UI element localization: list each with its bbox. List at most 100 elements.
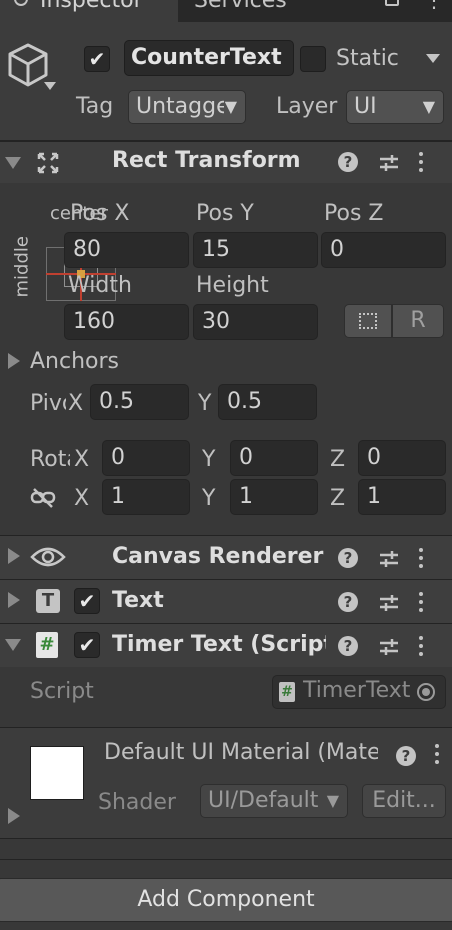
add-component-button[interactable]: Add Component [0,878,452,922]
preset-sliders-icon[interactable] [378,152,400,174]
material-foldout-icon[interactable] [8,808,20,824]
help-icon[interactable]: ? [338,152,358,172]
material-help-icon[interactable]: ? [396,746,416,766]
tab-bar: Inspector Services ⋮ [0,0,452,22]
lock-icon[interactable] [385,0,399,6]
object-picker-icon[interactable] [417,683,435,701]
object-name: CounterText [131,45,282,70]
help-icon[interactable]: ? [338,548,358,568]
preset-sliders-icon[interactable] [378,548,400,570]
shader-edit-label: Edit... [372,788,436,813]
rect-transform-icon [37,152,59,174]
timer-text-header[interactable]: # ✔ Timer Text (Script) ? [0,623,452,667]
preset-sliders-icon[interactable] [378,592,400,614]
anchors-foldout-icon[interactable] [8,353,20,369]
rotation-y-field[interactable]: 0 [230,440,318,476]
layer-label: Layer [276,94,338,119]
layer-chevron-down-icon: ▼ [422,97,435,116]
pos-z-label: Pos Z [324,201,384,226]
anchor-vertical-label: middle [11,236,33,298]
object-picker-dot [422,688,430,696]
component-menu-icon[interactable] [416,148,426,178]
tab-inspector[interactable]: Inspector [0,0,178,22]
rect-transform-title: Rect Transform [112,148,301,173]
tag-dropdown[interactable]: Untagged ▼ [128,90,246,124]
timer-text-enabled-checkbox[interactable]: ✔ [74,632,100,658]
canvas-renderer-header-icons: ? [332,536,452,578]
material-title: Default UI Material (Material) [104,740,378,765]
shader-edit-button[interactable]: Edit... [362,784,446,818]
height-label: Height [196,273,269,298]
timer-text-foldout-icon[interactable] [5,639,21,651]
preset-sliders-icon[interactable] [378,636,400,658]
anchors-label[interactable]: Anchors [30,349,119,374]
scale-z-field[interactable]: 1 [358,479,446,515]
static-dropdown-arrow-icon[interactable] [426,54,440,63]
text-component-header[interactable]: T ✔ Text ? [0,579,452,623]
canvas-renderer-title: Canvas Renderer [112,544,324,569]
script-object-field[interactable]: # TimerText [272,675,446,709]
pos-y-field[interactable]: 15 [193,232,318,268]
rotation-z-label: Z [330,447,346,472]
component-menu-icon[interactable] [416,588,426,618]
width-label: Width [68,273,132,298]
pivot-label: Pivot [30,391,66,416]
material-section: Default UI Material (Material) ? Shader … [0,728,452,839]
shader-chevron-down-icon: ▼ [326,791,339,810]
component-menu-icon[interactable] [416,544,426,574]
scale-z-label: Z [330,486,346,511]
tab-services-label: Services [194,0,287,13]
text-header-icons: ? [332,580,452,622]
help-icon[interactable]: ? [338,592,358,612]
static-checkbox[interactable] [300,46,326,72]
layer-dropdown[interactable]: UI ▼ [346,90,444,124]
raw-edit-button[interactable]: R [392,304,444,338]
scale-x-field[interactable]: 1 [102,479,190,515]
rect-transform-foldout-icon[interactable] [5,157,21,169]
text-component-icon: T [36,589,60,613]
component-list-spacer [0,839,452,860]
help-icon[interactable]: ? [338,636,358,656]
pivot-x-field[interactable]: 0.5 [90,384,189,420]
pos-x-field[interactable]: 80 [64,232,189,268]
blueprint-mode-button[interactable] [344,304,392,338]
rect-transform-body: center middle Pos X Pos Y Pos Z 80 15 0 … [0,183,452,535]
component-menu-icon[interactable] [416,632,426,662]
tag-value: Untagged [136,94,224,119]
more-menu-icon[interactable]: ⋮ [424,0,444,12]
shader-dropdown[interactable]: UI/Default ▼ [200,784,348,818]
canvas-renderer-header[interactable]: Canvas Renderer ? [0,535,452,579]
pivot-x-label: X [68,391,84,416]
object-name-field[interactable]: CounterText [124,40,294,76]
shader-label: Shader [98,790,176,815]
script-value: TimerText [303,678,411,703]
canvas-renderer-foldout-icon[interactable] [8,548,20,564]
shader-value: UI/Default [208,788,319,813]
scale-y-field[interactable]: 1 [230,479,318,515]
pos-y-label: Pos Y [196,201,254,226]
text-enabled-checkbox[interactable]: ✔ [74,588,100,614]
pivot-y-field[interactable]: 0.5 [218,384,317,420]
material-preview-thumbnail [30,746,84,800]
script-field-file-icon: # [279,682,295,702]
scale-link-icon[interactable] [30,487,56,509]
pivot-y-label: Y [198,391,212,416]
icon-dropdown-arrow-icon[interactable] [44,82,56,90]
active-checkbox[interactable]: ✔ [84,46,110,72]
height-field[interactable]: 30 [193,304,318,340]
pos-z-field[interactable]: 0 [321,232,446,268]
rotation-z-field[interactable]: 0 [358,440,446,476]
pos-x-label: Pos X [70,201,130,226]
inspector-tab-icon [14,0,28,6]
tab-services[interactable]: Services ⋮ [180,0,450,22]
rect-transform-header[interactable]: Rect Transform ? [0,141,452,183]
script-file-icon: # [36,632,58,658]
material-menu-icon[interactable] [432,740,442,770]
blueprint-icon [359,313,377,329]
scale-y-label: Y [202,486,216,511]
rotation-x-field[interactable]: 0 [102,440,190,476]
rotation-label: Rotation [30,447,70,472]
width-field[interactable]: 160 [64,304,189,340]
add-component-label: Add Component [137,887,315,912]
text-foldout-icon[interactable] [8,592,20,608]
